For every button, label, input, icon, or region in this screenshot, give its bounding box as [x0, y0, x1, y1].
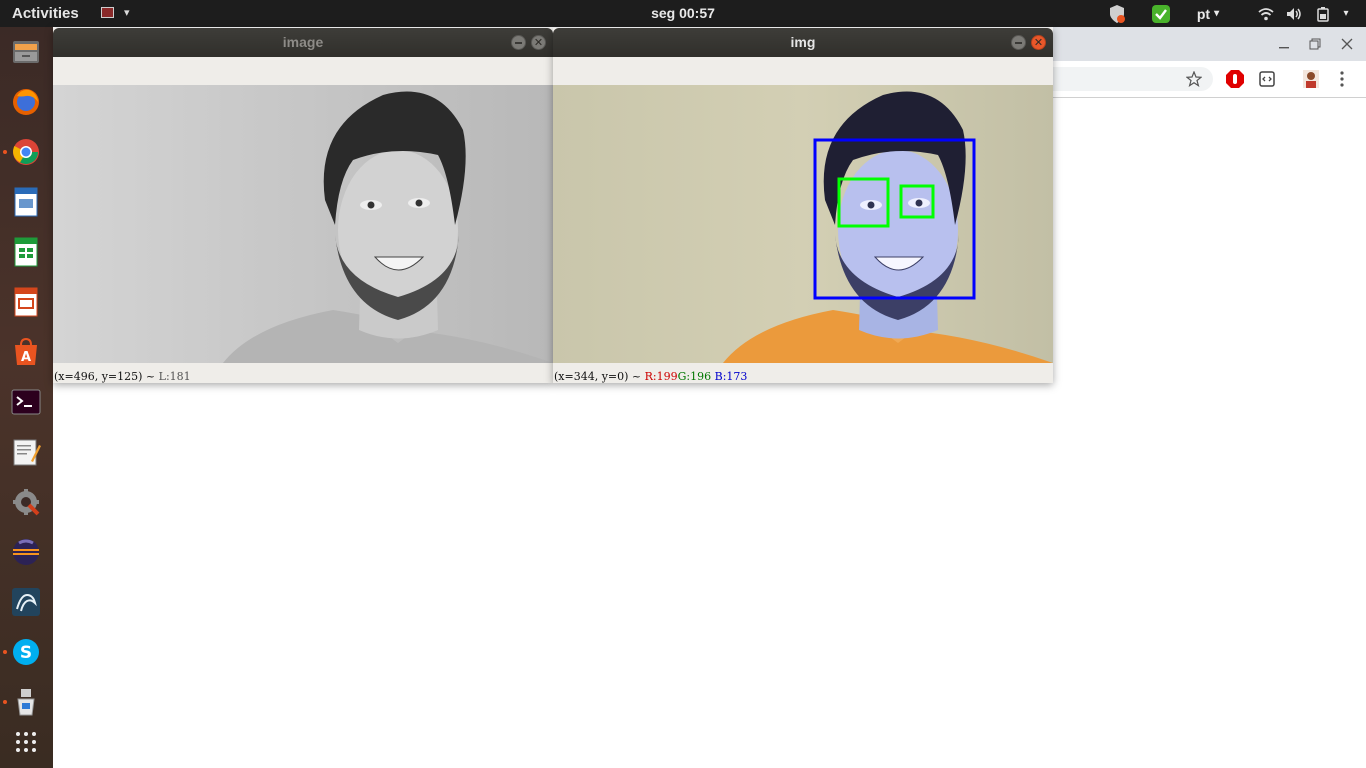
window-toolbar	[53, 57, 553, 86]
top-panel: Activities ▾ seg 00:57 pt ▾ ▾	[0, 0, 1366, 27]
minimize-button[interactable]	[1011, 35, 1026, 50]
svg-text:S: S	[20, 643, 32, 663]
browser-window	[1053, 27, 1366, 768]
window-title: img	[790, 34, 816, 50]
settings-icon[interactable]	[9, 485, 43, 519]
system-menu-caret-icon[interactable]: ▾	[1336, 0, 1356, 27]
status-bar: (x=344, y=0) ~ R:199G:196 B:173	[553, 363, 1053, 383]
wifi-icon[interactable]	[1256, 0, 1276, 27]
detection-image[interactable]	[553, 85, 1053, 363]
extension-stop-icon[interactable]	[1225, 69, 1245, 93]
chevron-down-icon: ▾	[1214, 8, 1220, 19]
software-center-icon[interactable]: A	[9, 335, 43, 369]
cursor-coordinates: (x=496, y=125) ~	[54, 370, 156, 383]
restore-icon[interactable]	[1309, 35, 1321, 54]
window-title: image	[282, 34, 324, 50]
close-button[interactable]: ✕	[1031, 35, 1046, 50]
text-editor-icon[interactable]	[9, 435, 43, 469]
opencv-window-img: img ✕ (x=344, y=0) ~ R:199G:196 B:173	[553, 28, 1053, 383]
skype-icon[interactable]: S	[9, 635, 43, 669]
window-toolbar	[553, 57, 1053, 86]
eclipse-icon[interactable]	[9, 535, 43, 569]
profile-avatar[interactable]	[1302, 69, 1320, 93]
files-icon[interactable]	[9, 35, 43, 69]
running-indicator	[3, 150, 7, 154]
svg-text:A: A	[21, 350, 31, 365]
more-options-icon[interactable]	[1339, 71, 1345, 91]
running-indicator	[3, 650, 7, 654]
firefox-icon[interactable]	[9, 85, 43, 119]
close-icon[interactable]	[1341, 35, 1353, 54]
grayscale-image[interactable]	[53, 85, 553, 363]
shield-notification-icon[interactable]	[1106, 0, 1128, 27]
volume-icon[interactable]	[1284, 0, 1304, 27]
cleaner-icon[interactable]	[9, 685, 43, 719]
chrome-icon[interactable]	[9, 135, 43, 169]
running-indicator	[3, 700, 7, 704]
battery-icon[interactable]	[1314, 0, 1334, 27]
pixel-red-value: R:199	[644, 370, 678, 383]
minimize-button[interactable]	[511, 35, 526, 50]
close-icon: ✕	[1033, 36, 1044, 49]
minimize-icon[interactable]	[1278, 35, 1290, 54]
language-indicator[interactable]: pt ▾	[1190, 0, 1226, 27]
check-icon[interactable]	[1150, 0, 1172, 27]
opencv-window-image: image ✕ (x=496, y=125) ~ L:181	[53, 28, 553, 383]
window-titlebar[interactable]: image ✕	[53, 28, 553, 57]
language-label: pt	[1196, 5, 1211, 22]
status-bar: (x=496, y=125) ~ L:181	[53, 363, 553, 383]
close-button[interactable]: ✕	[531, 35, 546, 50]
window-titlebar[interactable]: img ✕	[553, 28, 1053, 57]
extension-code-icon[interactable]	[1258, 70, 1276, 92]
dock: A S	[0, 27, 53, 768]
writer-icon[interactable]	[9, 185, 43, 219]
calc-icon[interactable]	[9, 235, 43, 269]
browser-toolbar	[1053, 61, 1366, 98]
pixel-green-value: G:196	[677, 370, 712, 383]
pixel-blue-value: B:173	[714, 370, 748, 383]
cursor-coordinates: (x=344, y=0) ~	[554, 370, 642, 383]
bookmark-star-icon[interactable]	[1185, 70, 1203, 91]
impress-icon[interactable]	[9, 285, 43, 319]
terminal-icon[interactable]	[9, 385, 43, 419]
pixel-luminance: L:181	[158, 370, 191, 383]
close-icon: ✕	[533, 36, 544, 49]
mysql-workbench-icon[interactable]	[9, 585, 43, 619]
browser-tabstrip	[1053, 27, 1366, 61]
show-apps-icon[interactable]	[9, 725, 43, 759]
